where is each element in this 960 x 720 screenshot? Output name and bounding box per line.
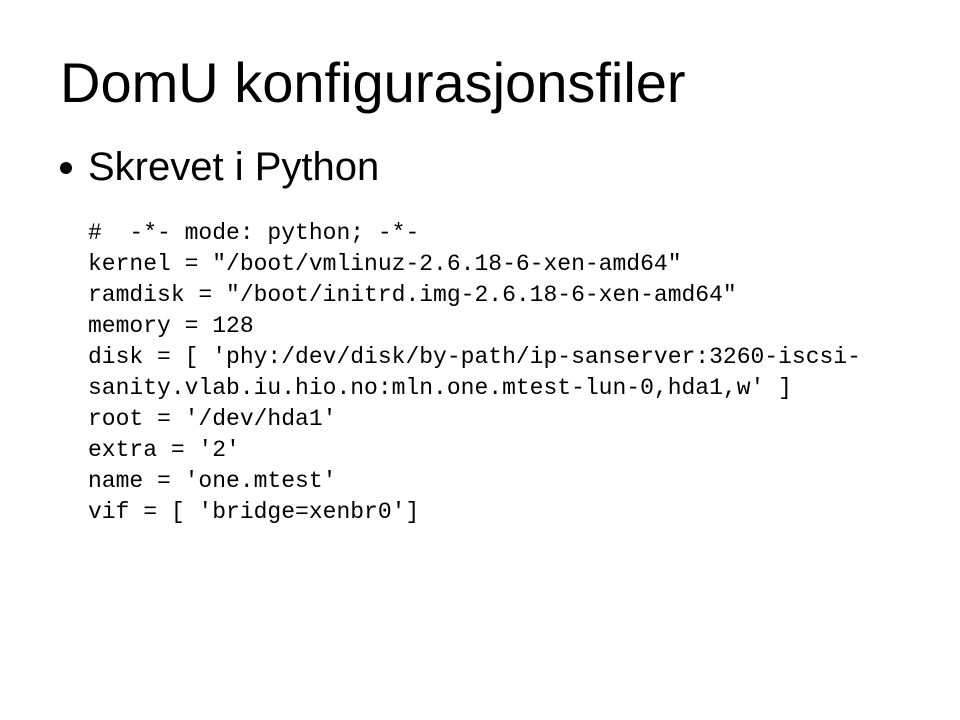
- code-line: extra = '2': [88, 437, 240, 463]
- code-line: root = '/dev/hda1': [88, 406, 336, 432]
- code-line: sanity.vlab.iu.hio.no:mln.one.mtest-lun-…: [88, 375, 792, 401]
- code-line: kernel = "/boot/vmlinuz-2.6.18-6-xen-amd…: [88, 251, 682, 277]
- slide: DomU konfigurasjonsfiler Skrevet i Pytho…: [0, 0, 960, 720]
- bullet-icon: [60, 162, 72, 174]
- code-line: memory = 128: [88, 313, 254, 339]
- code-line: # -*- mode: python; -*-: [88, 220, 419, 246]
- code-line: name = 'one.mtest': [88, 468, 336, 494]
- code-line: ramdisk = "/boot/initrd.img-2.6.18-6-xen…: [88, 282, 737, 308]
- code-line: disk = [ 'phy:/dev/disk/by-path/ip-sanse…: [88, 344, 861, 370]
- code-block: # -*- mode: python; -*- kernel = "/boot/…: [88, 218, 900, 528]
- bullet-item: Skrevet i Python: [60, 145, 900, 190]
- bullet-text: Skrevet i Python: [88, 145, 379, 190]
- code-line: vif = [ 'bridge=xenbr0']: [88, 499, 419, 525]
- slide-title: DomU konfigurasjonsfiler: [60, 50, 900, 115]
